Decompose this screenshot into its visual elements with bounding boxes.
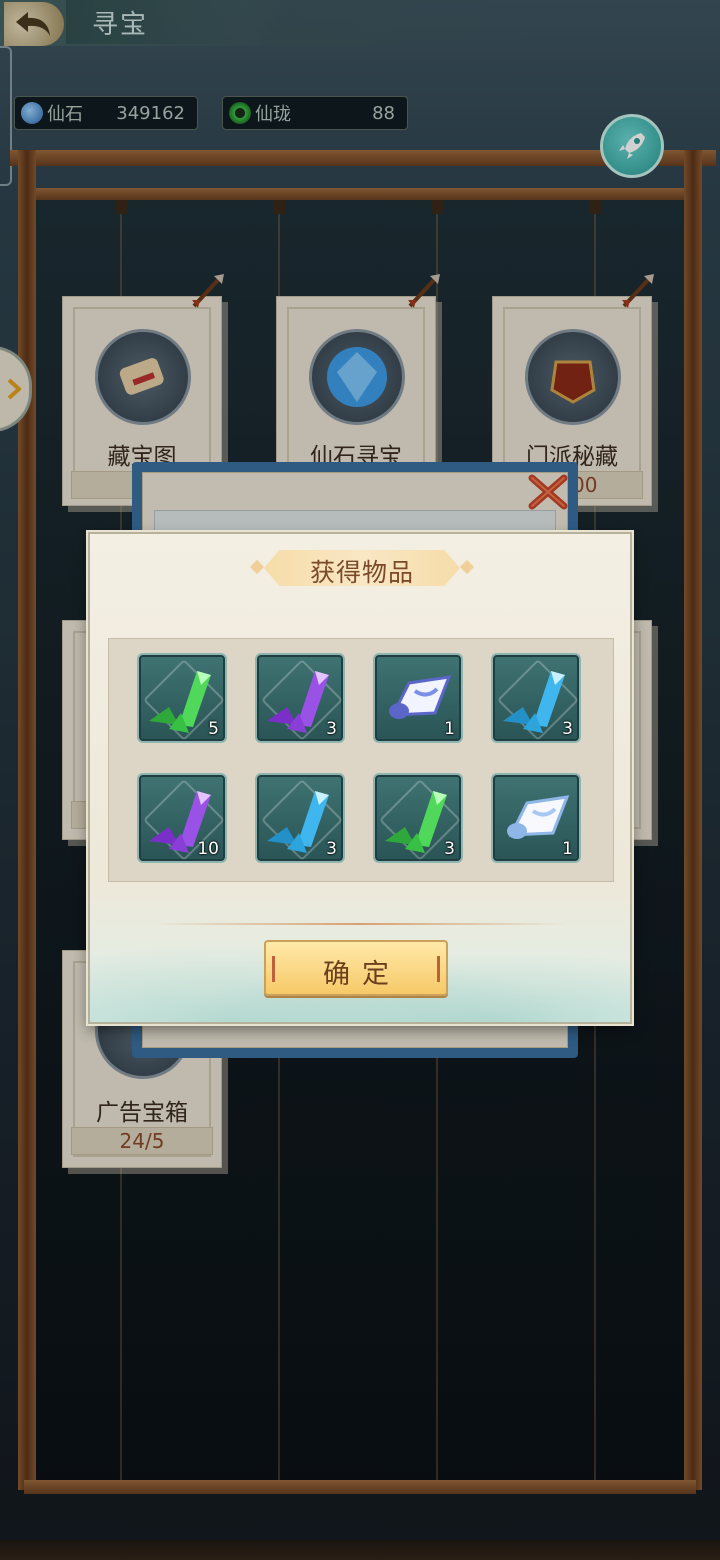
item-quantity: 5: [208, 719, 219, 739]
reward-item-slot[interactable]: 3: [255, 773, 345, 863]
reward-item-slot[interactable]: 3: [373, 773, 463, 863]
item-quantity: 3: [326, 839, 337, 859]
reward-item-slot[interactable]: 1: [373, 653, 463, 743]
confirm-button-label: 确定: [323, 959, 401, 990]
reward-item-slot[interactable]: 5: [137, 653, 227, 743]
confirm-button[interactable]: 确定: [264, 940, 448, 996]
dialog-title: 获得物品: [309, 558, 414, 587]
dialog-title-banner: 获得物品: [264, 550, 460, 586]
item-quantity: 1: [562, 839, 573, 859]
item-quantity: 3: [562, 719, 573, 739]
item-quantity: 3: [326, 719, 337, 739]
bottom-decoration: [0, 1540, 720, 1560]
reward-dialog: 获得物品 5 3 1 3 10 3 3 1 确定: [88, 532, 632, 1024]
item-quantity: 3: [444, 839, 455, 859]
title-ornament: [249, 559, 265, 575]
item-quantity: 10: [197, 839, 219, 859]
reward-item-slot[interactable]: 10: [137, 773, 227, 863]
reward-item-slot[interactable]: 1: [491, 773, 581, 863]
reward-item-slot[interactable]: 3: [255, 653, 345, 743]
item-quantity: 1: [444, 719, 455, 739]
dialog-divider: [150, 923, 570, 925]
reward-item-slot[interactable]: 3: [491, 653, 581, 743]
reward-item-panel: 5 3 1 3 10 3 3 1: [108, 638, 614, 882]
title-ornament: [459, 559, 475, 575]
